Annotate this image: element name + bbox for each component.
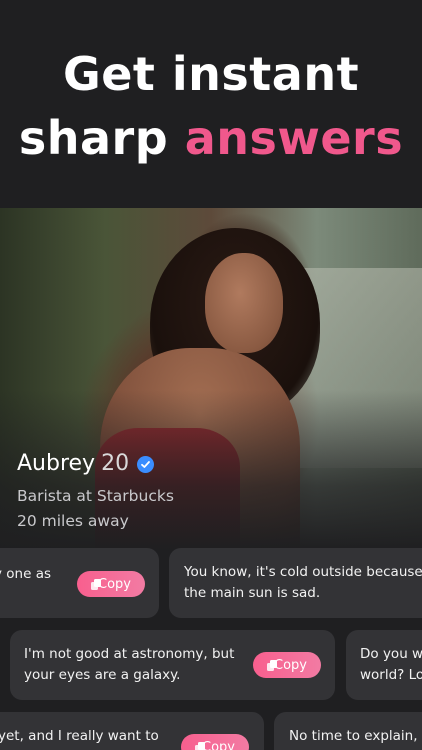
answer-text: You know, it's cold outside because the … — [184, 562, 422, 604]
answer-card[interactable]: yet, and I really want to Copy — [0, 712, 264, 750]
copy-icon — [195, 741, 206, 750]
answer-text: No time to explain, — [289, 728, 418, 744]
screen: Get instant sharp answers Aubrey 20 Bari… — [0, 0, 422, 750]
answer-text-line: You know, it's cold outside because — [184, 564, 422, 580]
copy-button[interactable]: Copy — [253, 652, 321, 678]
profile-distance: 20 miles away — [17, 512, 129, 530]
name-row: Aubrey 20 — [17, 448, 174, 480]
headline-line-1: Get instant — [62, 47, 360, 101]
answer-text-line: Do you w — [360, 646, 422, 662]
headline-accent-word: answers — [184, 111, 404, 165]
answer-text-line: your eyes are a galaxy. — [24, 667, 181, 683]
headline-line-2: sharp answers — [0, 106, 422, 170]
copy-button[interactable]: Copy — [181, 734, 249, 750]
copy-icon — [267, 659, 278, 671]
verified-badge-icon — [137, 455, 155, 473]
answer-card[interactable]: y one as Copy — [0, 548, 159, 618]
answer-cards: y one as Copy You know, it's cold outsid… — [0, 548, 422, 750]
answer-text: Do you w world? Lo — [360, 644, 422, 686]
answer-text: yet, and I really want to — [0, 728, 159, 744]
answer-text: I'm not good at astronomy, but your eyes… — [24, 644, 234, 686]
profile-job: Barista at Starbucks — [17, 487, 174, 505]
copy-icon — [91, 578, 102, 590]
profile-info: Aubrey 20 Barista at Starbucks 20 miles … — [17, 448, 174, 534]
answer-card[interactable]: You know, it's cold outside because the … — [169, 548, 422, 618]
profile-age: 20 — [101, 451, 130, 476]
answer-text: y one as — [0, 566, 51, 582]
answer-text-line: world? Lo — [360, 667, 422, 683]
copy-button[interactable]: Copy — [77, 571, 145, 597]
answer-card[interactable]: Do you w world? Lo — [346, 630, 422, 700]
answer-text-line: I'm not good at astronomy, but — [24, 646, 235, 662]
copy-label: Copy — [98, 576, 131, 592]
copy-label: Copy — [202, 739, 235, 750]
headline-plain-word: sharp — [18, 111, 169, 165]
photo-face — [205, 253, 283, 353]
headline: Get instant sharp answers — [0, 42, 422, 170]
answer-card[interactable]: No time to explain, — [274, 712, 422, 750]
copy-label: Copy — [274, 657, 307, 673]
answer-text-line: the main sun is sad. — [184, 585, 321, 601]
answer-card[interactable]: I'm not good at astronomy, but your eyes… — [10, 630, 335, 700]
profile-name: Aubrey — [17, 451, 96, 476]
